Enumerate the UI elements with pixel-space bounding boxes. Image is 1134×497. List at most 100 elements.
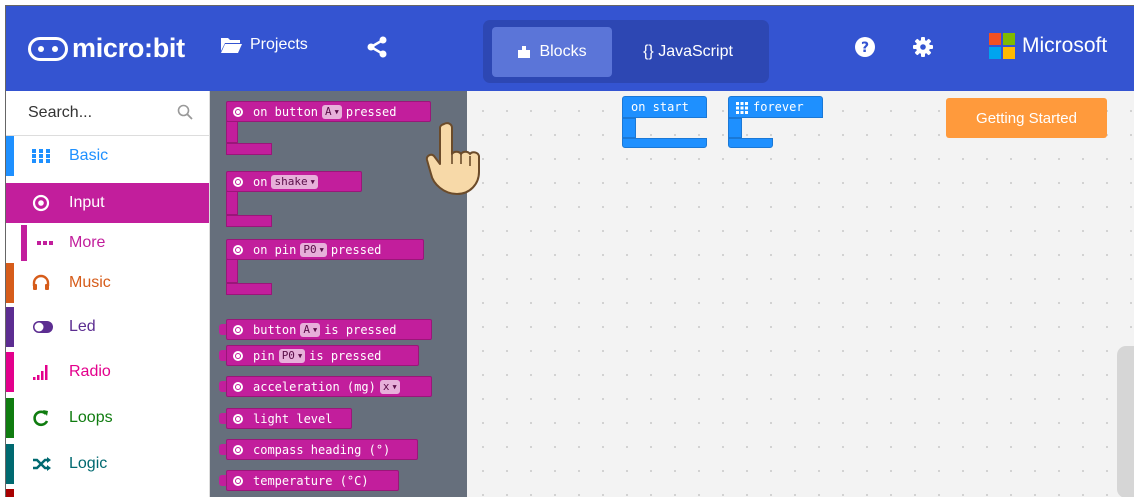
block-footer bbox=[622, 138, 707, 148]
toolbox-sidebar: Basic Input More Music bbox=[6, 91, 210, 497]
dropdown-value: P0 bbox=[281, 349, 295, 362]
block-text: light level bbox=[253, 411, 333, 426]
gesture-dropdown[interactable]: shake ▼ bbox=[271, 174, 318, 189]
help-icon[interactable]: ? bbox=[854, 36, 876, 58]
block-text: is pressed bbox=[309, 348, 382, 363]
category-label: Music bbox=[69, 274, 111, 291]
block-body bbox=[226, 191, 238, 215]
block-body bbox=[728, 118, 742, 138]
dropdown-arrow-icon: ▼ bbox=[319, 245, 324, 254]
pointing-hand-icon bbox=[425, 122, 480, 195]
toggle-icon bbox=[33, 321, 53, 333]
category-label: Led bbox=[69, 318, 96, 335]
category-label: Input bbox=[69, 194, 105, 211]
block-body bbox=[622, 118, 636, 138]
editor-mode-toggle: Blocks {} JavaScript bbox=[483, 20, 769, 83]
headphones-icon bbox=[32, 274, 50, 290]
category-color-bar bbox=[21, 225, 27, 261]
block-header: button A ▼ is pressed bbox=[226, 319, 432, 340]
category-color-bar bbox=[6, 444, 14, 484]
category-color-bar bbox=[6, 136, 14, 176]
gear-icon[interactable] bbox=[912, 36, 934, 58]
search-icon[interactable] bbox=[177, 104, 193, 120]
javascript-tab[interactable]: {} JavaScript bbox=[623, 27, 753, 77]
block-footer bbox=[226, 215, 272, 227]
dropdown-arrow-icon: ▼ bbox=[334, 107, 339, 116]
axis-dropdown[interactable]: x ▼ bbox=[379, 379, 400, 394]
block-footer bbox=[226, 143, 272, 155]
block-header: forever bbox=[728, 96, 823, 118]
pin-dropdown[interactable]: P0 ▼ bbox=[300, 242, 327, 257]
input-icon bbox=[233, 176, 243, 187]
dropdown-value: A bbox=[303, 323, 310, 336]
input-icon bbox=[233, 413, 243, 424]
dropdown-arrow-icon: ▼ bbox=[310, 177, 315, 186]
microbit-logo[interactable]: micro:bit bbox=[28, 33, 185, 64]
brand-name: micro:bit bbox=[72, 33, 185, 63]
category-color-bar bbox=[6, 307, 14, 347]
projects-button[interactable]: Projects bbox=[220, 36, 308, 54]
category-led[interactable]: Led bbox=[6, 307, 209, 347]
blocks-label: Blocks bbox=[539, 43, 587, 60]
microbit-logo-icon bbox=[28, 36, 68, 61]
share-icon[interactable] bbox=[366, 36, 388, 58]
microsoft-label: Microsoft bbox=[1022, 34, 1108, 57]
loop-arrow-icon bbox=[33, 410, 49, 427]
button-dropdown[interactable]: A ▼ bbox=[300, 322, 321, 337]
block-header: on button A ▼ pressed bbox=[226, 101, 431, 122]
block-text: on pin bbox=[253, 242, 297, 257]
input-icon bbox=[233, 106, 243, 117]
block-text: on button bbox=[253, 104, 319, 119]
signal-bars-icon bbox=[33, 365, 48, 380]
getting-started-button[interactable]: Getting Started bbox=[946, 98, 1107, 138]
block-header: compass heading (°) bbox=[226, 439, 418, 460]
grid-icon bbox=[32, 149, 50, 163]
category-loops[interactable]: Loops bbox=[6, 398, 209, 438]
category-basic[interactable]: Basic bbox=[6, 136, 209, 176]
block-text: is pressed bbox=[324, 322, 397, 337]
blocks-workspace[interactable]: on start forever Getting Started bbox=[467, 91, 1134, 497]
category-radio[interactable]: Radio bbox=[6, 352, 209, 392]
dropdown-value: A bbox=[325, 105, 332, 118]
block-text: forever bbox=[753, 100, 804, 114]
dropdown-arrow-icon: ▼ bbox=[312, 325, 318, 334]
category-input[interactable]: Input bbox=[6, 183, 209, 223]
dropdown-value: x bbox=[382, 380, 390, 393]
block-text: on start bbox=[631, 100, 689, 114]
category-music[interactable]: Music bbox=[6, 263, 209, 303]
workspace-scrollbar[interactable] bbox=[1117, 346, 1134, 497]
app-window: micro:bit Projects Blocks {} JavaScript … bbox=[5, 5, 1134, 497]
blocks-tab[interactable]: Blocks bbox=[492, 27, 612, 77]
button-dropdown[interactable]: A ▼ bbox=[322, 104, 342, 119]
category-logic[interactable]: Logic bbox=[6, 444, 209, 484]
category-input-more[interactable]: More bbox=[6, 225, 209, 261]
input-icon bbox=[233, 381, 243, 392]
category-label: Basic bbox=[69, 147, 109, 164]
category-label: Logic bbox=[69, 455, 108, 472]
block-footer bbox=[728, 138, 773, 148]
input-icon bbox=[233, 475, 243, 486]
dropdown-value: P0 bbox=[303, 243, 317, 256]
block-header: temperature (°C) bbox=[226, 470, 399, 491]
search-input[interactable] bbox=[28, 101, 168, 125]
block-text: temperature (°C) bbox=[253, 473, 369, 488]
category-color-bar bbox=[6, 489, 14, 497]
pin-dropdown[interactable]: P0 ▼ bbox=[278, 348, 306, 363]
block-header: on pin P0 ▼ pressed bbox=[226, 239, 424, 260]
input-icon bbox=[233, 244, 243, 255]
category-label: Loops bbox=[69, 409, 113, 426]
block-footer bbox=[226, 283, 272, 295]
category-color-bar bbox=[6, 352, 14, 392]
more-dots-icon bbox=[37, 241, 53, 245]
block-header: light level bbox=[226, 408, 352, 429]
microsoft-logo[interactable]: Microsoft bbox=[989, 33, 1107, 59]
block-text: on bbox=[253, 174, 268, 189]
block-body bbox=[226, 121, 238, 143]
block-header: on shake ▼ bbox=[226, 171, 362, 192]
block-body bbox=[226, 259, 238, 283]
projects-label: Projects bbox=[250, 36, 308, 53]
microsoft-icon bbox=[989, 33, 1015, 59]
block-header: pin P0 ▼ is pressed bbox=[226, 345, 419, 366]
dropdown-arrow-icon: ▼ bbox=[392, 382, 397, 391]
category-color-bar bbox=[6, 398, 14, 438]
